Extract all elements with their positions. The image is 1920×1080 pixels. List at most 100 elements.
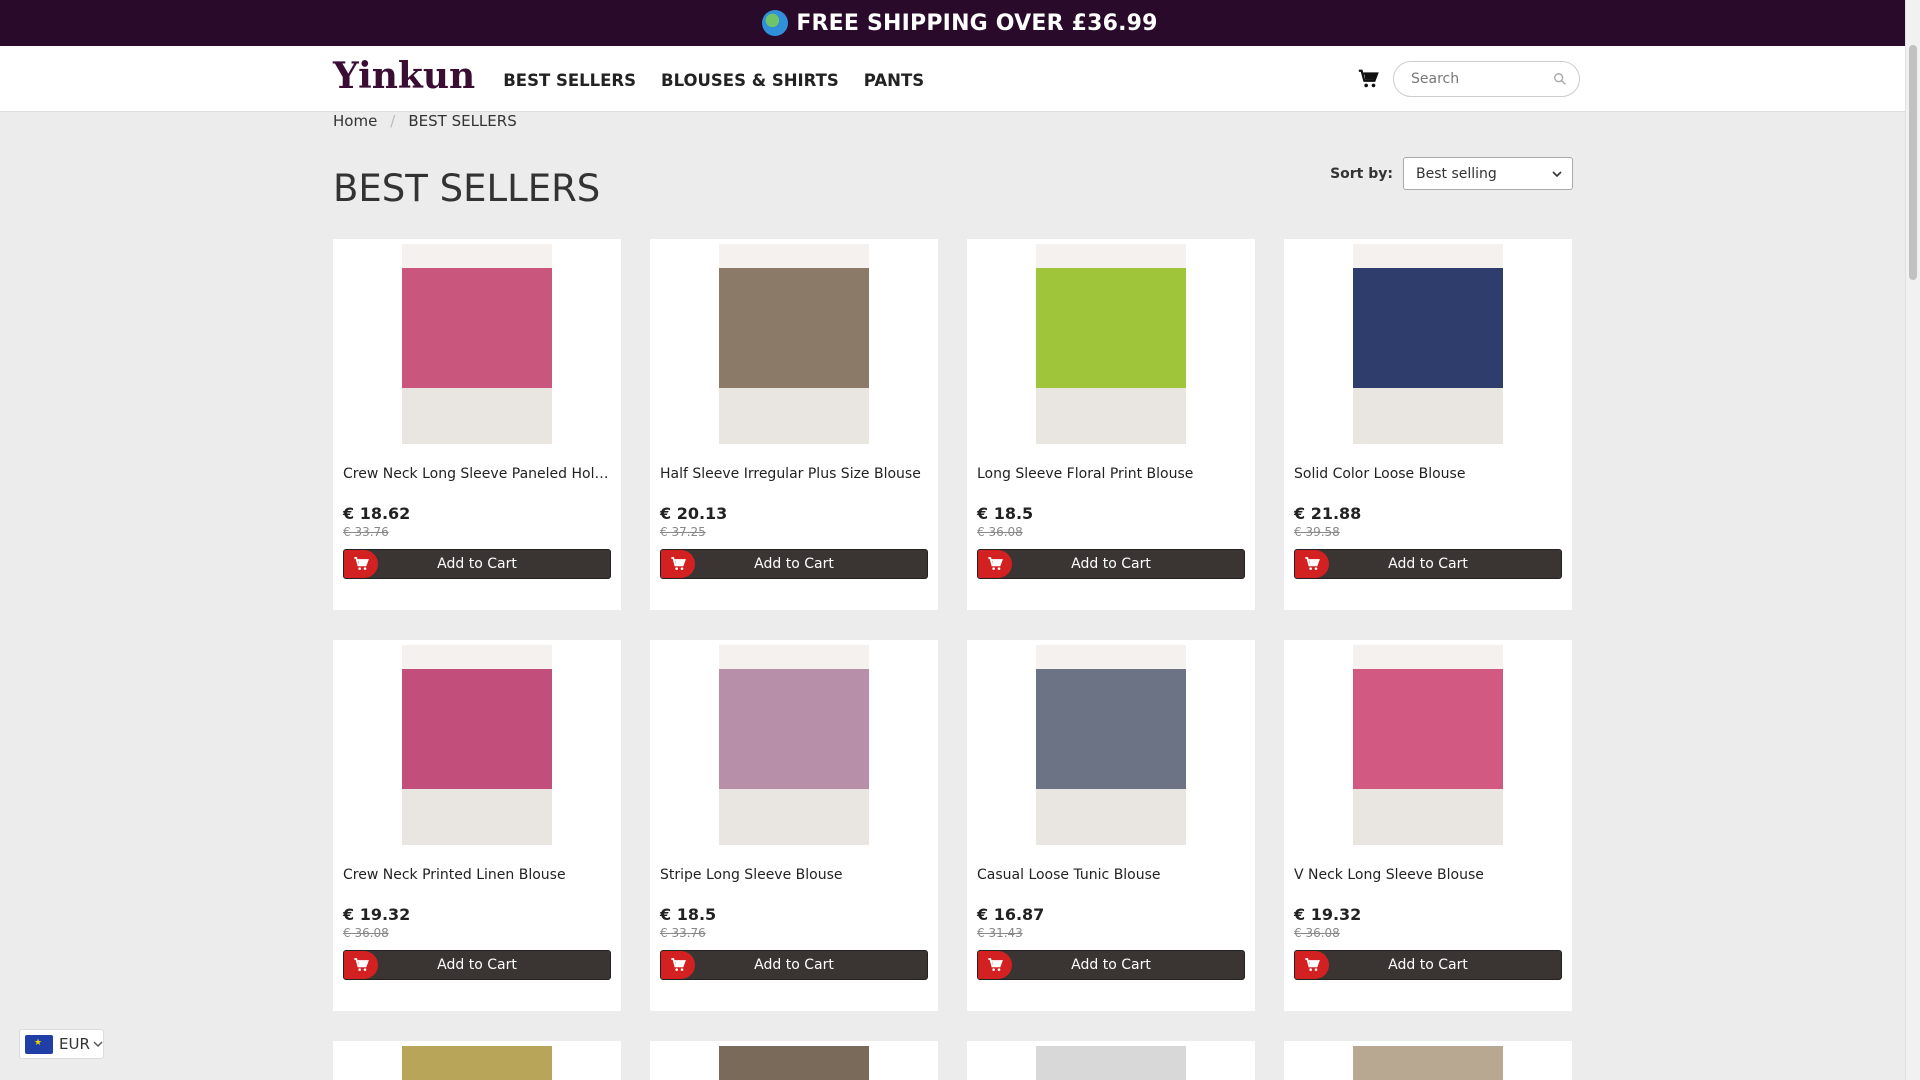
product-image[interactable] <box>1036 645 1186 845</box>
product-price: € 19.32 <box>1294 905 1362 924</box>
cart-icon <box>978 550 1012 578</box>
product-card[interactable]: Long Sleeve Floral Print Blouse € 18.5 €… <box>967 239 1255 610</box>
product-price: € 18.5 <box>977 504 1034 523</box>
product-old-price: € 39.58 <box>1294 525 1340 539</box>
product-old-price: € 31.43 <box>977 926 1023 940</box>
promo-text: FREE SHIPPING OVER £36.99 <box>796 10 1158 36</box>
product-name[interactable]: Solid Color Loose Blouse <box>1294 466 1562 482</box>
breadcrumb: Home / BEST SELLERS <box>333 112 517 130</box>
add-to-cart-label: Add to Cart <box>1388 957 1468 973</box>
product-image[interactable] <box>402 244 552 444</box>
cart-icon <box>1295 550 1329 578</box>
product-name[interactable]: Half Sleeve Irregular Plus Size Blouse <box>660 466 928 482</box>
nav-blouses-shirts[interactable]: BLOUSES & SHIRTS <box>661 71 839 90</box>
product-card[interactable] <box>1284 1041 1572 1080</box>
sort-select[interactable]: Best selling <box>1403 157 1573 190</box>
product-name[interactable]: Stripe Long Sleeve Blouse <box>660 867 928 883</box>
product-card[interactable] <box>967 1041 1255 1080</box>
eu-flag-icon <box>25 1034 53 1054</box>
product-image[interactable] <box>719 244 869 444</box>
product-card[interactable]: Solid Color Loose Blouse € 21.88 € 39.58… <box>1284 239 1572 610</box>
cart-icon <box>1295 951 1329 979</box>
page-scrollbar[interactable] <box>1905 0 1920 1080</box>
product-card[interactable] <box>650 1041 938 1080</box>
chevron-down-icon <box>93 1041 103 1047</box>
product-card[interactable]: Casual Loose Tunic Blouse € 16.87 € 31.4… <box>967 640 1255 1011</box>
product-card[interactable]: Stripe Long Sleeve Blouse € 18.5 € 33.76… <box>650 640 938 1011</box>
product-image[interactable] <box>1036 244 1186 444</box>
product-old-price: € 36.08 <box>343 926 389 940</box>
product-old-price: € 36.08 <box>1294 926 1340 940</box>
store-logo[interactable]: Yinkun <box>333 55 475 97</box>
product-old-price: € 33.76 <box>660 926 706 940</box>
product-name[interactable]: Long Sleeve Floral Print Blouse <box>977 466 1245 482</box>
add-to-cart-button[interactable]: Add to Cart <box>343 950 611 980</box>
product-image[interactable] <box>1353 1046 1503 1080</box>
add-to-cart-button[interactable]: Add to Cart <box>660 950 928 980</box>
product-image[interactable] <box>402 645 552 845</box>
nav-pants[interactable]: PANTS <box>864 71 924 90</box>
add-to-cart-label: Add to Cart <box>1071 957 1151 973</box>
currency-code: EUR <box>59 1035 90 1053</box>
product-image[interactable] <box>719 645 869 845</box>
product-card[interactable]: Half Sleeve Irregular Plus Size Blouse €… <box>650 239 938 610</box>
site-header: Yinkun BEST SELLERS BLOUSES & SHIRTS PAN… <box>0 46 1920 112</box>
sort-label: Sort by: <box>1330 165 1393 182</box>
product-price: € 16.87 <box>977 905 1045 924</box>
search-placeholder: Search <box>1411 71 1460 87</box>
cart-icon <box>344 951 378 979</box>
search-icon[interactable] <box>1553 72 1567 86</box>
cart-icon <box>344 550 378 578</box>
add-to-cart-label: Add to Cart <box>437 556 517 572</box>
product-name[interactable]: Crew Neck Printed Linen Blouse <box>343 867 611 883</box>
cart-icon <box>661 550 695 578</box>
add-to-cart-button[interactable]: Add to Cart <box>343 549 611 579</box>
product-price: € 19.32 <box>343 905 411 924</box>
add-to-cart-label: Add to Cart <box>1388 556 1468 572</box>
cart-icon <box>978 951 1012 979</box>
add-to-cart-button[interactable]: Add to Cart <box>1294 549 1562 579</box>
product-image[interactable] <box>402 1046 552 1080</box>
product-name[interactable]: V Neck Long Sleeve Blouse <box>1294 867 1562 883</box>
scrollbar-thumb[interactable] <box>1909 45 1917 280</box>
add-to-cart-button[interactable]: Add to Cart <box>660 549 928 579</box>
globe-icon <box>762 10 789 36</box>
chevron-down-icon <box>1552 170 1562 177</box>
product-card[interactable]: Crew Neck Printed Linen Blouse € 19.32 €… <box>333 640 621 1011</box>
promo-bar: FREE SHIPPING OVER £36.99 <box>0 0 1920 46</box>
cart-icon <box>661 951 695 979</box>
product-price: € 20.13 <box>660 504 728 523</box>
currency-selector[interactable]: EUR <box>19 1029 104 1059</box>
product-grid: Crew Neck Long Sleeve Paneled Holiday...… <box>333 239 1573 1080</box>
add-to-cart-button[interactable]: Add to Cart <box>977 950 1245 980</box>
add-to-cart-button[interactable]: Add to Cart <box>977 549 1245 579</box>
product-card[interactable]: Crew Neck Long Sleeve Paneled Holiday...… <box>333 239 621 610</box>
breadcrumb-current: BEST SELLERS <box>408 112 517 130</box>
main-content: Home / BEST SELLERS BEST SELLERS Sort by… <box>333 112 1573 1080</box>
add-to-cart-label: Add to Cart <box>754 556 834 572</box>
product-image[interactable] <box>1036 1046 1186 1080</box>
sort-control: Sort by: Best selling <box>1330 157 1573 190</box>
product-card[interactable] <box>333 1041 621 1080</box>
product-image[interactable] <box>1353 244 1503 444</box>
product-image[interactable] <box>1353 645 1503 845</box>
product-price: € 18.62 <box>343 504 411 523</box>
page-title: BEST SELLERS <box>333 167 601 210</box>
product-price: € 18.5 <box>660 905 717 924</box>
sort-value: Best selling <box>1416 165 1497 182</box>
product-image[interactable] <box>719 1046 869 1080</box>
nav-best-sellers[interactable]: BEST SELLERS <box>503 71 636 90</box>
product-name[interactable]: Crew Neck Long Sleeve Paneled Holiday... <box>343 466 611 482</box>
cart-icon[interactable] <box>1357 68 1379 90</box>
product-price: € 21.88 <box>1294 504 1362 523</box>
breadcrumb-home[interactable]: Home <box>333 112 377 130</box>
product-name[interactable]: Casual Loose Tunic Blouse <box>977 867 1245 883</box>
search-input[interactable]: Search <box>1393 61 1580 97</box>
product-old-price: € 37.25 <box>660 525 706 539</box>
breadcrumb-separator: / <box>390 112 396 130</box>
add-to-cart-label: Add to Cart <box>1071 556 1151 572</box>
product-card[interactable]: V Neck Long Sleeve Blouse € 19.32 € 36.0… <box>1284 640 1572 1011</box>
add-to-cart-label: Add to Cart <box>754 957 834 973</box>
product-old-price: € 36.08 <box>977 525 1023 539</box>
add-to-cart-button[interactable]: Add to Cart <box>1294 950 1562 980</box>
